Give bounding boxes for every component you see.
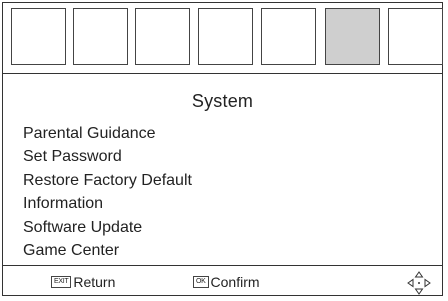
exit-key-icon: EXIT [51, 276, 72, 288]
category-tab-5[interactable] [261, 8, 316, 65]
settings-window: System Parental Guidance Set Password Re… [2, 2, 443, 296]
ok-key-icon: OK [193, 276, 209, 288]
category-tab-1[interactable] [11, 8, 66, 65]
category-tab-bar [11, 8, 443, 65]
system-menu: Parental Guidance Set Password Restore F… [23, 122, 192, 262]
menu-item-parental-guidance[interactable]: Parental Guidance [23, 122, 192, 145]
return-label: Return [73, 274, 116, 290]
menu-item-restore-factory-default[interactable]: Restore Factory Default [23, 169, 192, 192]
category-tab-2[interactable] [73, 8, 128, 65]
dpad-arrows-icon [407, 271, 431, 295]
header-divider [3, 73, 442, 74]
menu-item-software-update[interactable]: Software Update [23, 216, 192, 239]
confirm-hint[interactable]: OK Confirm [193, 274, 260, 290]
return-hint[interactable]: EXIT Return [51, 274, 115, 290]
page-title: System [191, 91, 254, 111]
category-tab-7[interactable] [388, 8, 443, 65]
category-tab-3[interactable] [135, 8, 190, 65]
menu-item-information[interactable]: Information [23, 192, 192, 215]
menu-item-game-center[interactable]: Game Center [23, 239, 192, 262]
confirm-label: Confirm [210, 274, 260, 290]
footer-hint-bar: EXIT Return OK Confirm [3, 266, 444, 297]
category-tab-4[interactable] [198, 8, 253, 65]
category-tab-system[interactable] [325, 8, 380, 65]
menu-item-set-password[interactable]: Set Password [23, 145, 192, 168]
